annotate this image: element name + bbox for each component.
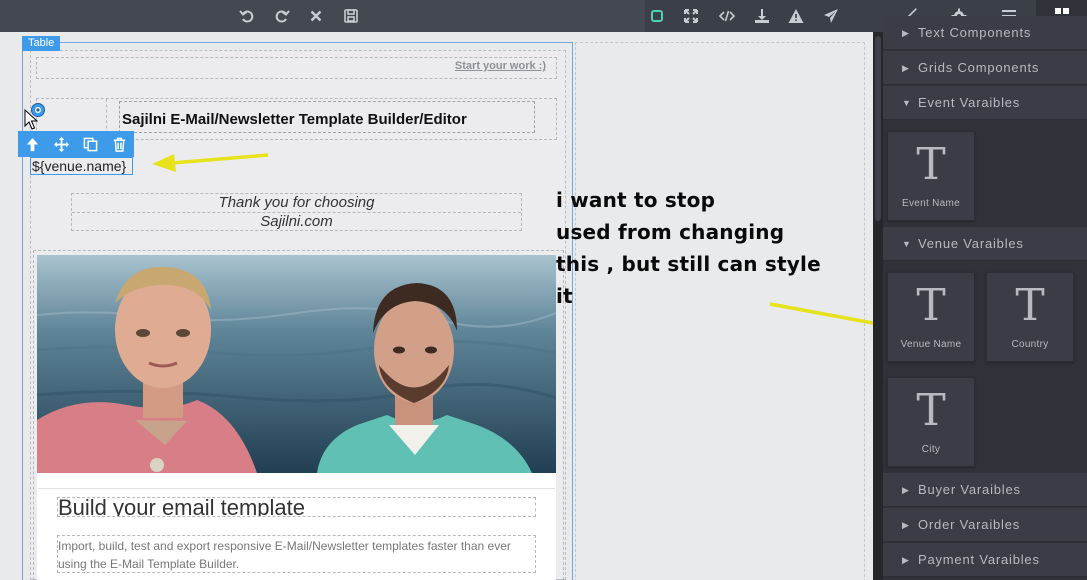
card-heading[interactable]: Build your email template — [57, 497, 536, 517]
component-outline-icon[interactable] — [644, 3, 670, 29]
venue-name-placeholder[interactable]: ${venue.name} — [30, 157, 133, 175]
thanks-text-block[interactable]: Thank you for choosing Sajilni.com — [71, 193, 522, 231]
annotation-line-3: this , but still can style — [556, 252, 821, 276]
undo-icon[interactable] — [234, 3, 260, 29]
category-text-components[interactable]: ▶ Text Components — [883, 16, 1087, 50]
download-icon[interactable] — [749, 3, 775, 29]
caret-right-icon: ▶ — [902, 28, 910, 38]
redo-icon[interactable] — [269, 3, 295, 29]
select-parent-icon[interactable] — [18, 131, 47, 157]
block-event-name[interactable]: T Event Name — [887, 131, 975, 221]
send-icon[interactable] — [818, 3, 844, 29]
block-country[interactable]: T Country — [986, 272, 1074, 362]
caret-down-icon: ▼ — [902, 98, 912, 108]
text-block-icon: T — [916, 385, 946, 436]
clone-icon[interactable] — [76, 131, 105, 157]
category-grids-components[interactable]: ▶ Grids Components — [883, 51, 1087, 85]
header-title[interactable]: Sajilni E-Mail/Newsletter Template Build… — [119, 101, 535, 133]
annotation-line-2: used from changing — [556, 220, 785, 244]
text-block-icon: T — [916, 280, 946, 331]
thanks-line-1[interactable]: Thank you for choosing — [72, 194, 521, 213]
text-block-icon: T — [916, 139, 946, 190]
annotation-text: i want to stop used from changing this ,… — [556, 184, 866, 312]
caret-right-icon: ▶ — [902, 520, 910, 530]
block-venue-name[interactable]: T Venue Name — [887, 272, 975, 362]
code-icon[interactable] — [714, 3, 740, 29]
caret-right-icon: ▶ — [902, 485, 910, 495]
caret-down-icon: ▼ — [902, 239, 912, 249]
category-event-variables[interactable]: ▼ Event Varaibles — [883, 86, 1087, 120]
annotation-line-1: i want to stop — [556, 188, 716, 212]
card-body-text[interactable]: Import, build, test and export responsiv… — [57, 535, 536, 573]
component-toolbar — [18, 131, 134, 157]
panel-scrollbar-thumb[interactable] — [875, 36, 881, 221]
caret-right-icon: ▶ — [902, 555, 910, 565]
yellow-arrow-left — [152, 153, 269, 172]
caret-right-icon: ▶ — [902, 63, 910, 73]
hero-image[interactable] — [37, 255, 556, 473]
start-link-row[interactable]: Start your work :) — [36, 57, 557, 79]
category-venue-variables[interactable]: ▼ Venue Varaibles — [883, 227, 1087, 261]
fullscreen-icon[interactable] — [678, 3, 704, 29]
category-buyer-variables[interactable]: ▶ Buyer Varaibles — [883, 473, 1087, 507]
save-icon[interactable] — [338, 3, 364, 29]
text-block-icon: T — [1015, 280, 1045, 331]
move-cursor-icon — [24, 103, 45, 130]
thanks-line-2[interactable]: Sajilni.com — [72, 213, 521, 231]
start-link[interactable]: Start your work :) — [455, 60, 546, 72]
category-order-variables[interactable]: ▶ Order Varaibles — [883, 508, 1087, 542]
component-badge: Table — [22, 36, 61, 51]
category-payment-variables[interactable]: ▶ Payment Varaibles — [883, 543, 1087, 577]
clear-canvas-icon[interactable] — [303, 3, 329, 29]
block-city[interactable]: T City — [887, 377, 975, 467]
move-icon[interactable] — [47, 131, 76, 157]
warning-icon[interactable] — [783, 3, 809, 29]
delete-icon[interactable] — [105, 131, 134, 157]
